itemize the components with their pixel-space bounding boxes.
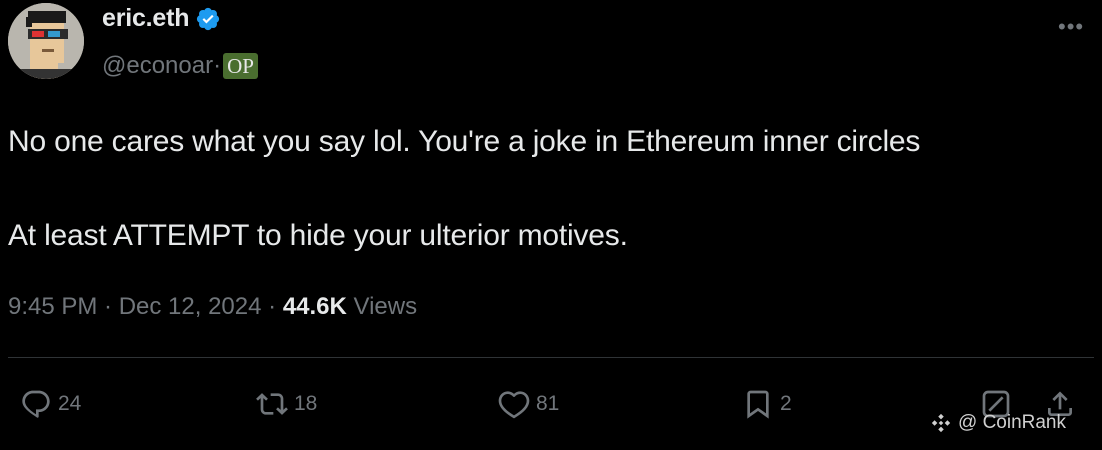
like-count: 81 bbox=[536, 392, 560, 415]
bookmark-icon bbox=[747, 390, 769, 419]
reply-button[interactable]: 24 bbox=[20, 388, 81, 420]
divider bbox=[8, 357, 1094, 358]
like-button[interactable]: 81 bbox=[498, 388, 559, 420]
coinrank-logo-icon bbox=[931, 413, 951, 433]
post-text-line-1: No one cares what you say lol. You're a … bbox=[8, 125, 921, 158]
coinrank-watermark: @ CoinRank bbox=[930, 412, 1066, 434]
repost-count: 18 bbox=[294, 392, 318, 415]
watermark-text: @ CoinRank bbox=[958, 412, 1066, 433]
avatar[interactable] bbox=[8, 3, 84, 79]
reply-count: 24 bbox=[58, 392, 82, 415]
verified-badge-icon bbox=[197, 7, 220, 30]
like-icon bbox=[498, 391, 530, 419]
bookmark-button[interactable]: 2 bbox=[742, 388, 792, 420]
reply-icon bbox=[22, 390, 50, 418]
repost-button[interactable]: 18 bbox=[256, 388, 317, 420]
post-text-line-2: At least ATTEMPT to hide your ulterior m… bbox=[8, 219, 628, 252]
bookmark-count: 2 bbox=[780, 392, 792, 415]
author-name-row[interactable]: eric.eth bbox=[102, 4, 221, 33]
post-meta: 9:45 PM · Dec 12, 2024 · 44.6K Views bbox=[8, 293, 417, 321]
repost-icon bbox=[256, 393, 288, 415]
author-display-name[interactable]: eric.eth bbox=[102, 4, 190, 33]
post-timestamp[interactable]: 9:45 PM · Dec 12, 2024 · bbox=[8, 293, 283, 320]
author-handle[interactable]: @econoar· bbox=[102, 52, 221, 80]
op-badge: OP bbox=[223, 53, 258, 79]
views-count: 44.6K bbox=[282, 293, 347, 320]
more-icon[interactable]: ••• bbox=[1058, 14, 1084, 40]
author-handle-row: @econoar· OP bbox=[102, 52, 258, 80]
views-label: Views bbox=[346, 293, 418, 320]
